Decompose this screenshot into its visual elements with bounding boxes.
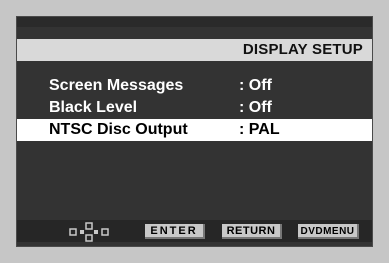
- menu-item-label: NTSC Disc Output: [49, 121, 188, 138]
- menu-item-value: : PAL: [239, 121, 280, 138]
- menu-item-value: : Off: [239, 77, 272, 94]
- menu-item-ntsc-disc-output[interactable]: NTSC Disc Output : PAL: [17, 119, 372, 141]
- device-frame: DISPLAY SETUP Screen Messages : Off Blac…: [0, 0, 389, 263]
- return-button-hint: RETURN: [222, 224, 282, 239]
- dvdmenu-button-hint: DVDMENU: [298, 224, 359, 239]
- title-bar: DISPLAY SETUP: [17, 39, 372, 61]
- navigation-arrows-icon: [69, 222, 109, 242]
- menu-item-black-level[interactable]: Black Level : Off: [17, 97, 372, 119]
- menu-item-label: Black Level: [49, 99, 138, 116]
- page-title: DISPLAY SETUP: [242, 41, 363, 58]
- menu-item-screen-messages[interactable]: Screen Messages : Off: [17, 75, 372, 97]
- osd-screen: DISPLAY SETUP Screen Messages : Off Blac…: [16, 16, 373, 247]
- menu-item-value: : Off: [239, 99, 272, 116]
- enter-button-hint: ENTER: [145, 224, 205, 239]
- menu-item-label: Screen Messages: [49, 77, 184, 94]
- hint-bar: ENTER RETURN DVDMENU: [17, 220, 372, 242]
- top-strip: [17, 17, 372, 27]
